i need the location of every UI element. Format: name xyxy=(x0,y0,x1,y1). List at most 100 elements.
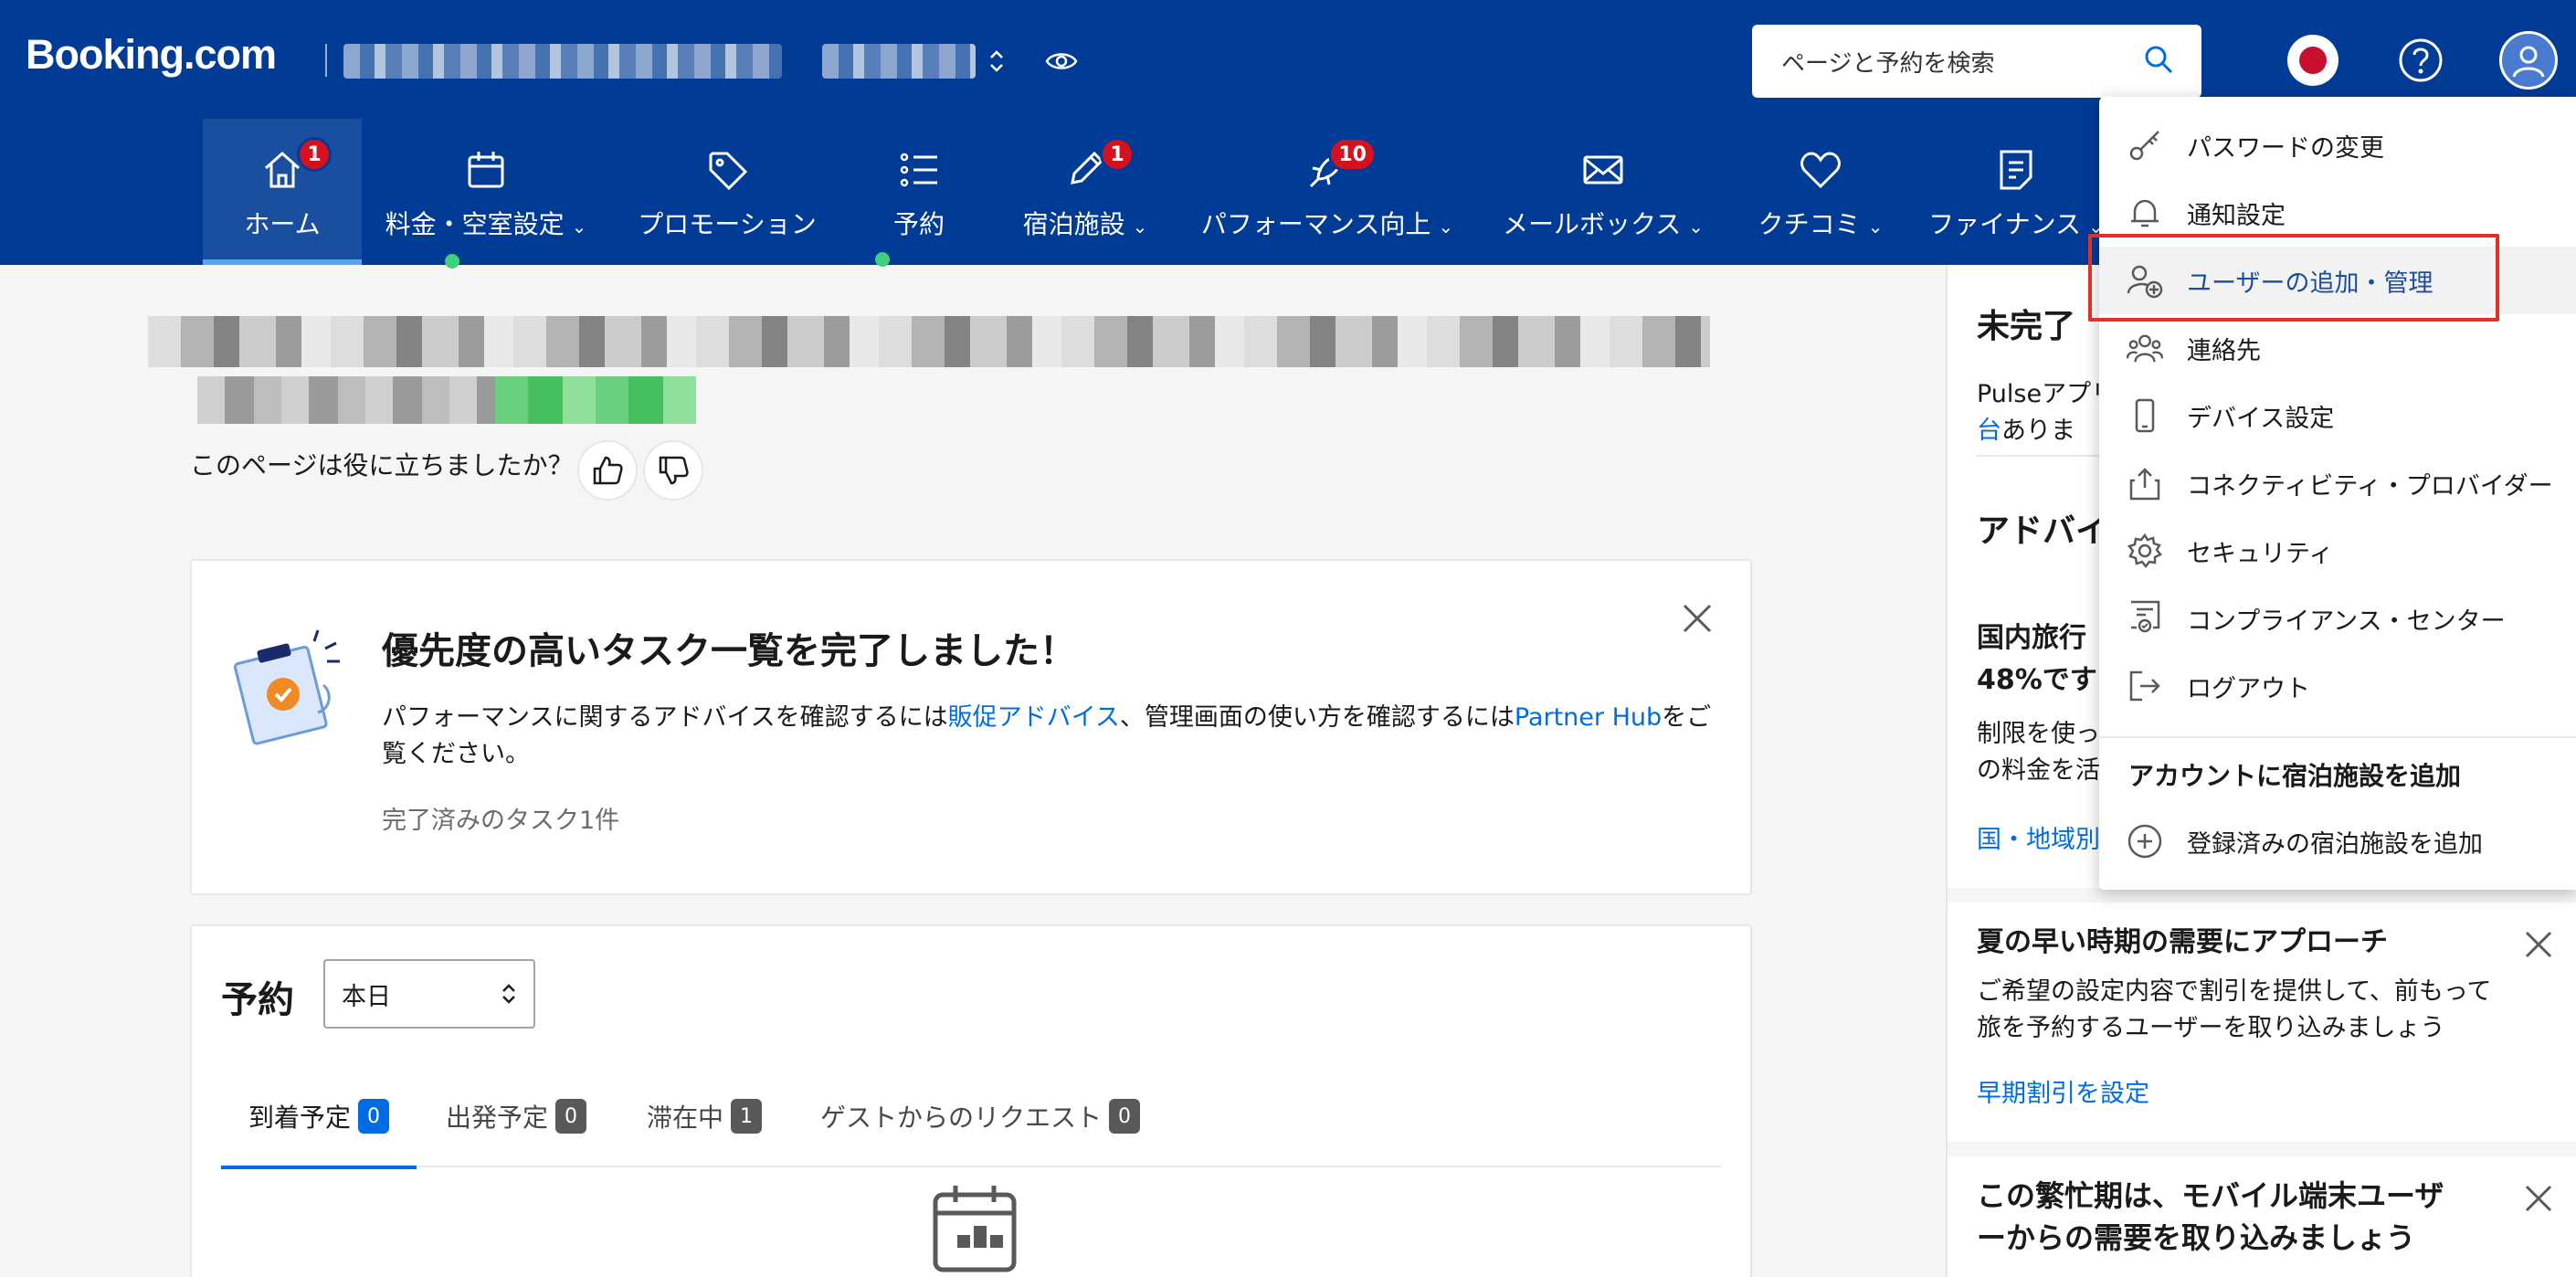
tag-icon xyxy=(709,152,748,191)
help-button[interactable] xyxy=(2395,35,2446,86)
menu-item-label: デバイス設定 xyxy=(2187,404,2335,433)
chevron-down-icon: ⌄ xyxy=(1438,216,1454,237)
menu-item-label: セキュリティ xyxy=(2187,539,2334,568)
nav-rates-indicator-dot xyxy=(445,254,459,269)
nav-performance[interactable]: 10 パフォーマンス向上 ⌄ xyxy=(1195,119,1460,265)
nav-reviews[interactable]: クチコミ ⌄ xyxy=(1747,119,1895,265)
property-name-redacted[interactable] xyxy=(343,44,782,79)
menu-item-label: 登録済みの宿泊施設を追加 xyxy=(2187,829,2483,859)
partner-hub-link[interactable]: Partner Hub xyxy=(1515,703,1662,732)
japan-flag-icon xyxy=(2299,47,2327,74)
nav-home-label: ホーム xyxy=(244,209,321,239)
sidebar-mobile-demand-title: ーからの需要を取り込みましょう xyxy=(1977,1220,2416,1255)
nav-finance-label: ファイナンス xyxy=(1928,209,2082,239)
tab-departures-count: 0 xyxy=(555,1099,587,1134)
menu-item-label: 通知設定 xyxy=(2187,201,2286,230)
menu-item-label: コンプライアンス・センター xyxy=(2187,607,2506,636)
nav-rates-label: 料金・空室設定 xyxy=(385,209,565,239)
nav-property-badge: 1 xyxy=(1100,137,1135,172)
logo-divider xyxy=(325,44,327,77)
reservations-title: 予約 xyxy=(221,979,294,1021)
task-complete-card: 優先度の高いタスク一覧を完了しました！ パフォーマンスに関するアドバイスを確認す… xyxy=(190,559,1752,895)
menu-item-label: コネクティビティ・プロバイダー xyxy=(2187,471,2553,501)
completed-tasks-count: 完了済みのタスク1件 xyxy=(382,807,620,835)
list-icon xyxy=(900,153,937,187)
task-card-body-text: パフォーマンスに関するアドバイスを確認するには xyxy=(382,703,948,732)
chevron-down-icon: ⌄ xyxy=(1688,216,1704,237)
nav-property-label: 宿泊施設 xyxy=(1022,209,1125,239)
tab-departures-label: 出発予定 xyxy=(446,1103,549,1133)
share-icon xyxy=(2127,465,2163,501)
nav-reservations-label: 予約 xyxy=(892,209,945,239)
booking-logo[interactable]: Booking.com xyxy=(26,31,277,79)
close-icon[interactable] xyxy=(2523,1175,2554,1224)
menu-divider xyxy=(2099,736,2576,738)
calendar-icon xyxy=(468,152,504,188)
menu-item-compliance-center[interactable]: コンプライアンス・センター xyxy=(2099,585,2576,652)
menu-item-connectivity-provider[interactable]: コネクティビティ・プロバイダー xyxy=(2099,449,2576,517)
account-button[interactable] xyxy=(2499,31,2558,90)
chevron-down-icon: ⌄ xyxy=(1132,216,1148,237)
thumbs-up-button[interactable] xyxy=(577,440,638,501)
nav-rates-availability[interactable]: 料金・空室設定 ⌄ xyxy=(376,119,596,265)
menu-item-label: ログアウト xyxy=(2187,674,2310,703)
language-flag-button[interactable] xyxy=(2287,35,2338,86)
chevron-down-icon: ⌄ xyxy=(571,216,587,237)
thumbs-down-button[interactable] xyxy=(643,440,703,501)
user-icon xyxy=(2512,46,2545,78)
mail-icon xyxy=(1583,155,1623,185)
sidebar-early-demand-text: 旅を予約するユーザーを取り込みましょう xyxy=(1977,1014,2445,1042)
phone-icon xyxy=(2127,397,2163,434)
tab-staying[interactable]: 滞在中 1 xyxy=(647,1065,763,1167)
menu-item-add-registered-property[interactable]: 登録済みの宿泊施設を追加 xyxy=(2099,807,2576,875)
nav-home-badge: 1 xyxy=(297,137,332,172)
eye-icon[interactable] xyxy=(1041,42,1082,80)
nav-property[interactable]: 1 宿泊施設 ⌄ xyxy=(1014,119,1156,265)
menu-item-logout[interactable]: ログアウト xyxy=(2099,652,2576,720)
sidebar-early-demand-title: 夏の早い時期の需要にアプローチ xyxy=(1977,926,2388,958)
nav-promotions[interactable]: プロモーション xyxy=(628,119,826,265)
chevron-down-icon: ⌄ xyxy=(1867,216,1884,237)
thumbs-down-icon xyxy=(659,456,689,485)
tab-guest-requests-count: 0 xyxy=(1109,1099,1141,1134)
property-id-redacted[interactable] xyxy=(822,44,976,79)
tab-guest-requests[interactable]: ゲストからのリクエスト 0 xyxy=(820,1065,1141,1167)
property-switcher-icon[interactable] xyxy=(983,44,1010,79)
close-icon[interactable] xyxy=(1679,597,1716,647)
search-placeholder: ページと予約を検索 xyxy=(1781,49,1995,78)
reservations-card: 予約 本日 到着予定 0 出発予定 0 滞在中 1 ゲストからのリクエスト 0 xyxy=(190,924,1752,1277)
nav-performance-badge: 10 xyxy=(1328,137,1377,172)
sidebar-mobile-demand-title: この繁忙期は、モバイル端末ユーザ xyxy=(1977,1178,2444,1213)
task-card-body-text: 、管理画面の使い方を確認するには xyxy=(1119,703,1515,732)
nav-finance[interactable]: ファイナンス ⌄ xyxy=(1928,119,2104,265)
search-input[interactable]: ページと予約を検索 xyxy=(1752,25,2201,98)
nav-home[interactable]: 1 ホーム xyxy=(203,119,362,265)
menu-item-contacts[interactable]: 連絡先 xyxy=(2099,314,2576,382)
search-icon[interactable] xyxy=(2143,44,2174,79)
date-range-select[interactable]: 本日 xyxy=(323,959,535,1029)
nav-reservations-indicator-dot xyxy=(875,252,890,267)
menu-item-device-settings[interactable]: デバイス設定 xyxy=(2099,382,2576,449)
logout-icon xyxy=(2127,668,2163,704)
thumbs-up-icon xyxy=(593,456,623,485)
gear-icon xyxy=(2127,533,2163,569)
nav-reservations[interactable]: 予約 xyxy=(868,119,970,265)
bell-icon xyxy=(2127,195,2163,231)
nav-reviews-label: クチコミ xyxy=(1758,209,1861,239)
contacts-icon xyxy=(2127,330,2163,366)
sidebar-pulse-link[interactable]: 台 xyxy=(1977,417,2001,445)
tab-arrivals[interactable]: 到着予定 0 xyxy=(221,1065,417,1169)
promo-advice-link[interactable]: 販促アドバイス xyxy=(948,703,1120,732)
account-menu: パスワードの変更 通知設定 ユーザーの追加・管理 連絡先 デバイス設定 コネクテ… xyxy=(2099,97,2576,890)
key-icon xyxy=(2127,127,2163,164)
menu-item-security[interactable]: セキュリティ xyxy=(2099,517,2576,585)
set-early-discount-link[interactable]: 早期割引を設定 xyxy=(1977,1076,2576,1113)
close-icon[interactable] xyxy=(2523,921,2554,970)
sidebar-pulse-text: ありま xyxy=(2001,417,2075,445)
menu-item-change-password[interactable]: パスワードの変更 xyxy=(2099,111,2576,179)
tab-departures[interactable]: 出発予定 0 xyxy=(446,1065,587,1167)
add-property-section-title: アカウントに宿泊施設を追加 xyxy=(2128,761,2462,791)
nav-mailbox[interactable]: メールボックス ⌄ xyxy=(1498,119,1708,265)
highlight-annotation-box xyxy=(2088,234,2499,322)
feedback-question: このページは役に立ちましたか？ xyxy=(190,450,574,480)
